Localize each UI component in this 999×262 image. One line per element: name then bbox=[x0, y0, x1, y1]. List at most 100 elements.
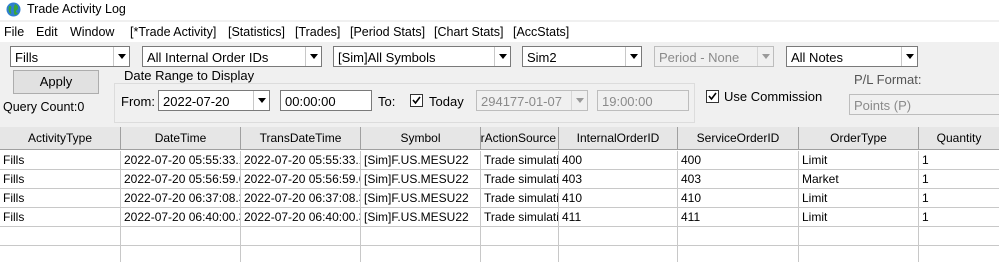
table-row[interactable] bbox=[0, 246, 999, 262]
notes-value: All Notes bbox=[791, 50, 844, 65]
cell-service-order-id: 403 bbox=[678, 170, 799, 189]
cell-trans-datetime bbox=[241, 227, 361, 246]
cell-activity-type: Fills bbox=[0, 189, 121, 208]
pl-format-value: Points (P) bbox=[854, 98, 912, 113]
account-select[interactable]: Sim2 bbox=[522, 46, 642, 67]
menu-period-stats[interactable]: [Period Stats] bbox=[350, 25, 425, 39]
to-date-picker[interactable]: 294177-01-07 bbox=[476, 90, 588, 111]
table-row[interactable]: Fills 2022-07-20 06:37:08.3 2022-07-20 0… bbox=[0, 189, 999, 208]
cell-trans-datetime: 2022-07-20 05:56:59.6 bbox=[241, 170, 361, 189]
from-date-picker[interactable]: 2022-07-20 bbox=[158, 90, 270, 111]
cell-order-action-source: Trade simulation bbox=[481, 170, 559, 189]
cell-internal-order-id bbox=[559, 246, 678, 262]
chevron-down-icon bbox=[625, 47, 641, 66]
window-title: Trade Activity Log bbox=[27, 2, 126, 16]
cell-service-order-id bbox=[678, 246, 799, 262]
checkmark-icon bbox=[412, 96, 421, 105]
column-header-order-type[interactable]: OrderType bbox=[799, 127, 919, 150]
cell-activity-type: Fills bbox=[0, 208, 121, 227]
cell-symbol bbox=[361, 246, 481, 262]
column-header-internal-order-id[interactable]: InternalOrderID bbox=[559, 127, 678, 150]
from-time-value: 00:00:00 bbox=[285, 94, 336, 109]
column-header-activity-type[interactable]: ActivityType bbox=[0, 127, 121, 150]
cell-trans-datetime: 2022-07-20 06:40:00.3 bbox=[241, 208, 361, 227]
menu-file[interactable]: File bbox=[4, 25, 24, 39]
today-checkbox[interactable] bbox=[410, 94, 423, 107]
column-header-service-order-id[interactable]: ServiceOrderID bbox=[678, 127, 799, 150]
column-header-quantity[interactable]: Quantity bbox=[919, 127, 999, 150]
column-header-datetime[interactable]: DateTime bbox=[121, 127, 241, 150]
cell-datetime bbox=[121, 227, 241, 246]
table-row[interactable]: Fills 2022-07-20 06:40:00.3 2022-07-20 0… bbox=[0, 208, 999, 227]
cell-activity-type: Fills bbox=[0, 170, 121, 189]
title-bar bbox=[0, 0, 999, 20]
chevron-down-icon bbox=[113, 47, 129, 66]
cell-service-order-id bbox=[678, 227, 799, 246]
menu-edit[interactable]: Edit bbox=[36, 25, 58, 39]
cell-service-order-id: 410 bbox=[678, 189, 799, 208]
cell-datetime: 2022-07-20 06:40:00.3 bbox=[121, 208, 241, 227]
cell-datetime: 2022-07-20 05:55:33.1 bbox=[121, 151, 241, 170]
cell-symbol: [Sim]F.US.MESU22 bbox=[361, 151, 481, 170]
menu-chart-stats[interactable]: [Chart Stats] bbox=[434, 25, 503, 39]
symbol-value: [Sim]All Symbols bbox=[338, 50, 436, 65]
to-time-input[interactable]: 19:00:00 bbox=[597, 90, 689, 111]
cell-quantity: 1 bbox=[922, 153, 929, 167]
globe-icon bbox=[6, 2, 21, 17]
cell-quantity bbox=[919, 227, 999, 246]
activity-type-value: Fills bbox=[15, 50, 39, 65]
menu-window[interactable]: Window bbox=[70, 25, 114, 39]
column-header-order-action-source-label: OrderActionSource bbox=[481, 131, 556, 145]
column-header-order-action-source[interactable]: OrderActionSource bbox=[481, 127, 559, 150]
column-header-trans-datetime[interactable]: TransDateTime bbox=[241, 127, 361, 150]
cell-order-type: Limit bbox=[799, 208, 919, 227]
order-id-value: All Internal Order IDs bbox=[147, 50, 269, 65]
use-commission-label: Use Commission bbox=[724, 89, 823, 104]
cell-internal-order-id: 400 bbox=[559, 151, 678, 170]
cell-trans-datetime: 2022-07-20 06:37:08.3 bbox=[241, 189, 361, 208]
to-label: To: bbox=[378, 94, 396, 109]
to-time-value: 19:00:00 bbox=[602, 94, 653, 109]
cell-quantity: 1 bbox=[922, 172, 929, 186]
menu-trade-activity[interactable]: [*Trade Activity] bbox=[130, 25, 216, 39]
table-row[interactable] bbox=[0, 227, 999, 246]
from-date-value: 2022-07-20 bbox=[163, 94, 230, 109]
cell-order-type: Limit bbox=[799, 151, 919, 170]
cell-quantity: 1 bbox=[922, 210, 929, 224]
cell-order-type: Limit bbox=[799, 189, 919, 208]
table-row[interactable]: Fills 2022-07-20 05:56:59.6 2022-07-20 0… bbox=[0, 170, 999, 189]
pl-format-select[interactable]: Points (P) bbox=[849, 94, 999, 115]
use-commission-checkbox[interactable] bbox=[706, 90, 719, 103]
cell-order-action-source: Trade simulation bbox=[481, 208, 559, 227]
chevron-down-icon bbox=[253, 91, 269, 110]
menu-statistics[interactable]: [Statistics] bbox=[228, 25, 285, 39]
chevron-down-icon bbox=[305, 47, 321, 66]
cell-order-type: Market bbox=[799, 170, 919, 189]
cell-datetime: 2022-07-20 06:37:08.3 bbox=[121, 189, 241, 208]
menu-trades[interactable]: [Trades] bbox=[295, 25, 340, 39]
cell-internal-order-id bbox=[559, 227, 678, 246]
cell-activity-type: Fills bbox=[0, 151, 121, 170]
from-time-input[interactable]: 00:00:00 bbox=[280, 90, 372, 111]
cell-order-type bbox=[799, 227, 919, 246]
query-count: Query Count:0 bbox=[3, 100, 85, 114]
notes-select[interactable]: All Notes bbox=[786, 46, 918, 67]
to-date-value: 294177-01-07 bbox=[481, 94, 562, 109]
order-id-select[interactable]: All Internal Order IDs bbox=[142, 46, 322, 67]
chevron-down-icon bbox=[901, 47, 917, 66]
symbol-select[interactable]: [Sim]All Symbols bbox=[333, 46, 511, 67]
pl-format-label: P/L Format: bbox=[854, 72, 922, 87]
table-row[interactable]: Fills 2022-07-20 05:55:33.1 2022-07-20 0… bbox=[0, 151, 999, 170]
cell-internal-order-id: 411 bbox=[559, 208, 678, 227]
column-header-symbol[interactable]: Symbol bbox=[361, 127, 481, 150]
apply-button[interactable]: Apply bbox=[13, 70, 99, 94]
cell-order-type bbox=[799, 246, 919, 262]
menu-accstats[interactable]: [AccStats] bbox=[513, 25, 569, 39]
activity-type-select[interactable]: Fills bbox=[10, 46, 130, 67]
cell-activity-type bbox=[0, 227, 121, 246]
cell-quantity: 1 bbox=[922, 191, 929, 205]
from-label: From: bbox=[121, 94, 155, 109]
cell-datetime: 2022-07-20 05:56:59.6 bbox=[121, 170, 241, 189]
period-select[interactable]: Period - None bbox=[654, 46, 774, 67]
cell-service-order-id: 411 bbox=[678, 208, 799, 227]
